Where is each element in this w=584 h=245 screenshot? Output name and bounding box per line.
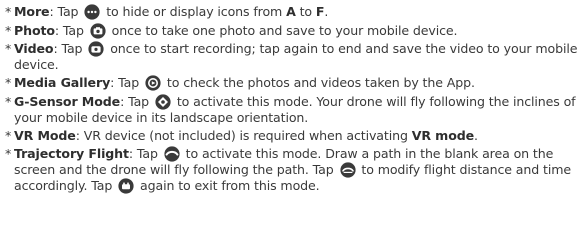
item-title: Trajectory Flight: [14, 146, 129, 162]
gallery-icon: [145, 75, 161, 91]
item-text: to: [295, 4, 316, 19]
bullet: *: [5, 41, 12, 56]
item-text: to check the photos and videos taken by …: [163, 75, 475, 91]
item-keyword: VR mode: [411, 128, 475, 144]
g-sensor-icon: [155, 94, 171, 110]
list-item-media-gallery: * Media Gallery: Tap to check the photos …: [5, 75, 581, 91]
item-text: : Tap: [128, 146, 162, 162]
item-title: Video: [14, 41, 54, 56]
item-text: : VR device (not included) is required w…: [75, 128, 412, 144]
item-title: Photo: [14, 22, 55, 38]
item-text: again to exit from this mode.: [136, 178, 320, 194]
instruction-list: * More: Tap to hide or display icons from…: [5, 4, 581, 197]
video-camera-icon: [88, 41, 104, 57]
trajectory-edit-icon: [339, 162, 356, 178]
item-text: : Tap: [110, 75, 144, 91]
camera-icon: [90, 22, 106, 39]
bullet: *: [5, 146, 12, 162]
item-text: : Tap: [54, 22, 88, 38]
item-text: to hide or display icons from: [102, 4, 287, 19]
item-text: once to take one photo and save to your …: [107, 22, 458, 38]
list-item-vr-mode: * VR Mode: VR device (not included) is re…: [5, 128, 581, 144]
item-keyword: A: [286, 4, 296, 19]
list-item-g-sensor-mode: * G-Sensor Mode: Tap to activate this mod…: [5, 94, 581, 126]
trajectory-exit-icon: [118, 178, 134, 194]
item-text: : Tap: [49, 4, 83, 19]
bullet: *: [5, 75, 12, 91]
bullet: *: [5, 128, 12, 144]
more-icon: [84, 4, 100, 20]
trajectory-icon: [164, 146, 180, 162]
item-text: .: [324, 4, 329, 19]
item-title: Media Gallery: [14, 75, 111, 91]
item-text: : Tap: [53, 41, 87, 56]
bullet: *: [5, 4, 12, 19]
item-title: VR Mode: [14, 128, 76, 144]
item-text: : Tap: [120, 93, 153, 109]
bullet: *: [5, 22, 12, 38]
list-item-more: * More: Tap to hide or display icons from…: [5, 4, 581, 20]
item-text: .: [474, 128, 478, 144]
item-title: More: [14, 4, 50, 19]
list-item-video: * Video: Tap once to start recording; tap…: [5, 41, 581, 73]
list-item-photo: * Photo: Tap once to take one photo and s…: [5, 23, 581, 39]
item-title: G-Sensor Mode: [14, 93, 121, 109]
bullet: *: [5, 93, 12, 109]
list-item-trajectory-flight: * Trajectory Flight: Tap to activate this…: [5, 146, 581, 194]
